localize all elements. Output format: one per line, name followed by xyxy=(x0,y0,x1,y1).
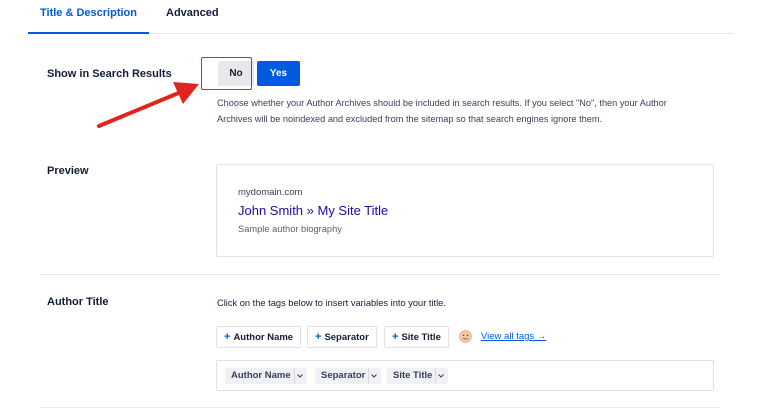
tag-label: Author Name xyxy=(233,332,294,343)
view-all-tags-link[interactable]: View all tags → xyxy=(481,331,546,342)
annotation-arrow-icon xyxy=(97,82,199,128)
tag-chip-author-name[interactable]: Author Name xyxy=(225,368,307,384)
author-title-hint: Click on the tags below to insert variab… xyxy=(217,298,446,308)
chip-label: Author Name xyxy=(231,370,291,381)
chip-label: Site Title xyxy=(393,370,433,381)
serp-preview: mydomain.com John Smith » My Site Title … xyxy=(216,164,714,257)
insert-site-title-button[interactable]: + Site Title xyxy=(384,326,449,348)
chevron-down-icon[interactable] xyxy=(293,368,304,384)
plus-icon: + xyxy=(315,331,322,343)
highlight-box xyxy=(201,57,252,90)
tab-bar: Title & Description Advanced xyxy=(28,0,734,34)
insert-separator-button[interactable]: + Separator xyxy=(307,326,377,348)
chevron-down-icon[interactable] xyxy=(435,368,445,384)
help-line-2: Archives will be noindexed and excluded … xyxy=(217,114,603,125)
preview-description: Sample author biography xyxy=(238,224,342,234)
help-line-1: Choose whether your Author Archives shou… xyxy=(217,98,667,108)
insert-author-name-button[interactable]: + Author Name xyxy=(216,326,302,348)
plus-icon: + xyxy=(392,331,399,343)
preview-title: John Smith » My Site Title xyxy=(238,203,389,218)
tag-chip-separator[interactable]: Separator xyxy=(315,368,382,384)
tab-title-description[interactable]: Title & Description xyxy=(28,0,149,34)
chevron-down-icon[interactable] xyxy=(368,368,378,384)
section-divider xyxy=(40,407,720,408)
section-divider xyxy=(40,274,720,275)
emoji-icon[interactable] xyxy=(459,330,472,343)
search-results-help: Choose whether your Author Archives shou… xyxy=(217,95,717,127)
tag-chip-site-title[interactable]: Site Title xyxy=(387,368,449,384)
preview-label: Preview xyxy=(47,165,89,177)
plus-icon: + xyxy=(224,331,231,343)
tab-advanced[interactable]: Advanced xyxy=(166,0,219,34)
preview-domain: mydomain.com xyxy=(238,187,303,198)
author-title-input[interactable]: Author Name Separator Site Title xyxy=(216,360,714,391)
chip-label: Separator xyxy=(321,370,366,381)
tag-label: Site Title xyxy=(401,332,441,343)
author-title-label: Author Title xyxy=(47,296,109,308)
tag-label: Separator xyxy=(324,332,369,343)
yes-button[interactable]: Yes xyxy=(257,61,300,86)
